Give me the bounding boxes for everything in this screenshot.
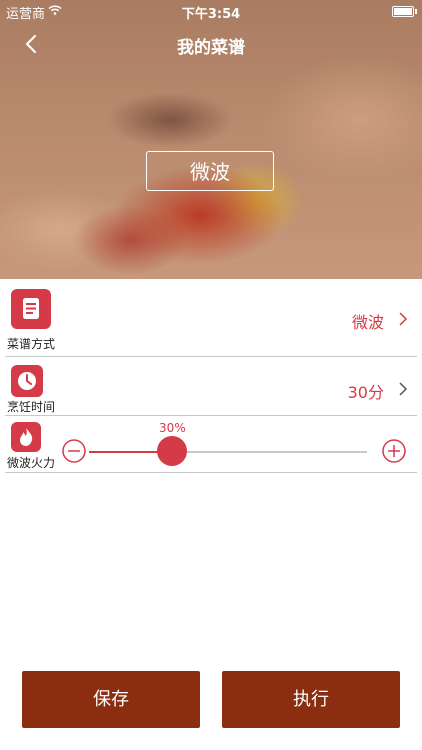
clock-icon (11, 365, 43, 397)
recipe-mode-row[interactable]: 菜谱方式 微波 (5, 285, 417, 357)
power-percent-label: 30% (159, 421, 186, 435)
save-button[interactable]: 保存 (22, 671, 200, 728)
navigation-bar: 我的菜谱 (0, 22, 422, 66)
chevron-right-icon[interactable] (397, 381, 409, 397)
cook-time-value[interactable]: 30分 (348, 379, 384, 403)
recipe-icon (11, 289, 51, 329)
decrease-power-button[interactable] (62, 439, 86, 463)
power-slider-track[interactable] (89, 451, 367, 453)
power-label: 微波火力 (7, 456, 56, 470)
status-time: 下午3:54 (181, 7, 241, 22)
cook-time-row[interactable]: 烹饪时间 30分 (5, 357, 417, 416)
flame-icon (11, 422, 41, 452)
recipe-mode-value[interactable]: 微波 (352, 309, 384, 333)
recipe-mode-label: 菜谱方式 (7, 337, 56, 351)
cook-time-label: 烹饪时间 (7, 400, 56, 414)
chevron-right-icon[interactable] (397, 311, 409, 327)
page-title: 我的菜谱 (177, 38, 245, 58)
run-button[interactable]: 执行 (222, 671, 400, 728)
increase-power-button[interactable] (382, 439, 406, 463)
cooking-mode-badge: 微波 (146, 151, 274, 191)
battery-icon (392, 6, 417, 17)
status-bar: 运营商 下午3:54 (0, 0, 422, 22)
